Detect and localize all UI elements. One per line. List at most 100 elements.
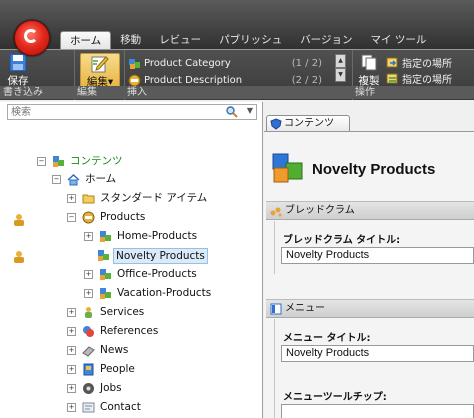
insert-item-product-category[interactable]: Product Category (1 / 2) xyxy=(128,56,322,71)
application-window: ホーム 移動 レビュー パブリッシュ バージョン マイ ツール 保存 書き込み xyxy=(0,0,474,418)
content-icon xyxy=(53,156,64,167)
tab-review[interactable]: レビュー xyxy=(150,31,210,51)
tree-item-office-products[interactable]: + Office-Products xyxy=(84,266,199,283)
tree-item-people[interactable]: + People xyxy=(67,361,137,378)
tree-item-references[interactable]: + References xyxy=(67,323,160,340)
tree-item-label: Contact xyxy=(100,401,141,413)
tree-item-label: People xyxy=(100,363,135,375)
field-group-divider xyxy=(274,221,275,274)
content-shield-icon xyxy=(270,117,282,130)
group-label-write: 書き込み xyxy=(0,86,74,99)
news-icon xyxy=(82,346,95,357)
breadcrumb-title-field[interactable]: Novelty Products xyxy=(281,247,474,264)
edit-button[interactable]: 編集▾ xyxy=(80,53,120,88)
insert-item-count: (1 / 2) xyxy=(291,58,322,69)
references-icon xyxy=(83,326,94,337)
group-edit: 編集▾ 編集 xyxy=(74,50,125,100)
edit-icon xyxy=(91,56,109,73)
menu-tooltip-field[interactable] xyxy=(281,404,474,418)
copy-button[interactable]: 複製 xyxy=(354,53,384,87)
tree-item-label: Services xyxy=(100,306,145,318)
scroll-up-arrow[interactable]: ▲ xyxy=(335,54,346,68)
search-input[interactable] xyxy=(8,105,214,120)
expand-toggle[interactable]: + xyxy=(84,270,93,279)
tab-my-tools[interactable]: マイ ツール xyxy=(361,31,435,51)
expand-toggle[interactable]: + xyxy=(67,327,76,336)
tree-item-content[interactable]: − コンテンツ xyxy=(37,153,125,170)
tree-item-label: Home-Products xyxy=(117,230,198,242)
section-menu[interactable]: メニュー xyxy=(266,299,474,318)
collapse-toggle[interactable]: − xyxy=(37,157,46,166)
section-breadcrumb[interactable]: ブレッドクラム xyxy=(266,201,474,220)
group-label-operation: 操作 xyxy=(352,86,474,99)
expand-toggle[interactable]: + xyxy=(67,346,76,355)
tree-item-jobs[interactable]: + Jobs xyxy=(67,380,124,397)
page-title: Novelty Products xyxy=(312,161,436,178)
tree-item-vacation-products[interactable]: + Vacation-Products xyxy=(84,285,213,302)
insert-item-count: (2 / 2) xyxy=(291,75,322,86)
tree-item-products[interactable]: − Products xyxy=(67,209,147,226)
collapse-toggle[interactable]: − xyxy=(52,175,61,184)
tree-item-novelty-products[interactable]: Novelty Products xyxy=(97,247,208,264)
search-box[interactable]: ▼ xyxy=(7,104,257,120)
jobs-icon xyxy=(83,383,94,394)
tree-item-services[interactable]: + Services xyxy=(67,304,146,321)
tab-content[interactable]: コンテンツ xyxy=(266,115,350,131)
product-group-icon xyxy=(100,231,111,242)
tree-item-label: Jobs xyxy=(100,382,122,394)
product-group-icon xyxy=(100,269,111,280)
product-group-icon xyxy=(100,288,111,299)
expand-toggle[interactable]: + xyxy=(67,384,76,393)
tree-item-label: Products xyxy=(100,211,146,223)
op-item-2[interactable]: 指定の場所 xyxy=(386,71,452,86)
expand-toggle[interactable]: + xyxy=(84,232,93,241)
tree-item-label: Vacation-Products xyxy=(117,287,212,299)
contact-icon xyxy=(82,402,95,413)
menu-icon xyxy=(270,303,282,314)
tree-item-contact[interactable]: + Contact xyxy=(67,399,143,416)
menu-title-field[interactable]: Novelty Products xyxy=(281,345,474,362)
expand-toggle[interactable]: + xyxy=(84,289,93,298)
product-group-large-icon xyxy=(272,153,303,183)
collapse-toggle[interactable]: − xyxy=(67,213,76,222)
tab-versions[interactable]: バージョン xyxy=(291,31,361,51)
insert-item-label: Product Category xyxy=(144,58,231,69)
copy-icon xyxy=(361,54,377,71)
tree-item-news[interactable]: + News xyxy=(67,342,130,359)
expand-toggle[interactable]: + xyxy=(67,308,76,317)
chevron-down-icon[interactable]: ▼ xyxy=(247,106,253,115)
ribbon-tabs: ホーム 移動 レビュー パブリッシュ バージョン マイ ツール xyxy=(60,31,435,52)
breadcrumb-title-label: ブレッドクラム タイトル: xyxy=(283,235,401,246)
move-icon xyxy=(386,57,398,68)
tree-item-label: References xyxy=(100,325,159,337)
tab-publish[interactable]: パブリッシュ xyxy=(210,31,291,51)
section-menu-label: メニュー xyxy=(285,303,325,314)
save-button[interactable]: 保存 xyxy=(0,53,36,87)
expand-toggle[interactable]: + xyxy=(67,194,76,203)
breadcrumb-icon xyxy=(270,207,282,216)
tree-item-home-products[interactable]: + Home-Products xyxy=(84,228,199,245)
expand-toggle[interactable]: + xyxy=(67,365,76,374)
tree-item-label: Office-Products xyxy=(117,268,197,280)
tree-item-label: Novelty Products xyxy=(113,247,208,264)
group-operation: 複製 指定の場所 指定の場所 操作 xyxy=(352,50,474,100)
group-label-edit: 編集 xyxy=(74,86,124,99)
tree-item-label: News xyxy=(100,344,129,356)
op-item-1[interactable]: 指定の場所 xyxy=(386,55,452,70)
scroll-down-arrow[interactable]: ▼ xyxy=(335,68,346,82)
application-menu-button[interactable] xyxy=(14,20,50,56)
tab-navigate[interactable]: 移動 xyxy=(111,31,150,51)
services-icon xyxy=(85,307,92,318)
products-icon xyxy=(82,211,95,224)
search-icon[interactable] xyxy=(226,106,238,118)
op-item-label: 指定の場所 xyxy=(402,59,452,70)
tree-item-home[interactable]: − ホーム xyxy=(52,171,118,188)
tree-item-label: スタンダード アイテム xyxy=(100,192,208,204)
tree-item-standard-items[interactable]: + スタンダード アイテム xyxy=(67,190,209,207)
tab-content-label: コンテンツ xyxy=(284,117,334,129)
product-category-icon xyxy=(129,59,140,69)
insert-item-label: Product Description xyxy=(144,75,243,86)
expand-toggle[interactable]: + xyxy=(67,403,76,412)
save-icon xyxy=(9,53,27,72)
tree-item-label: ホーム xyxy=(85,173,117,185)
